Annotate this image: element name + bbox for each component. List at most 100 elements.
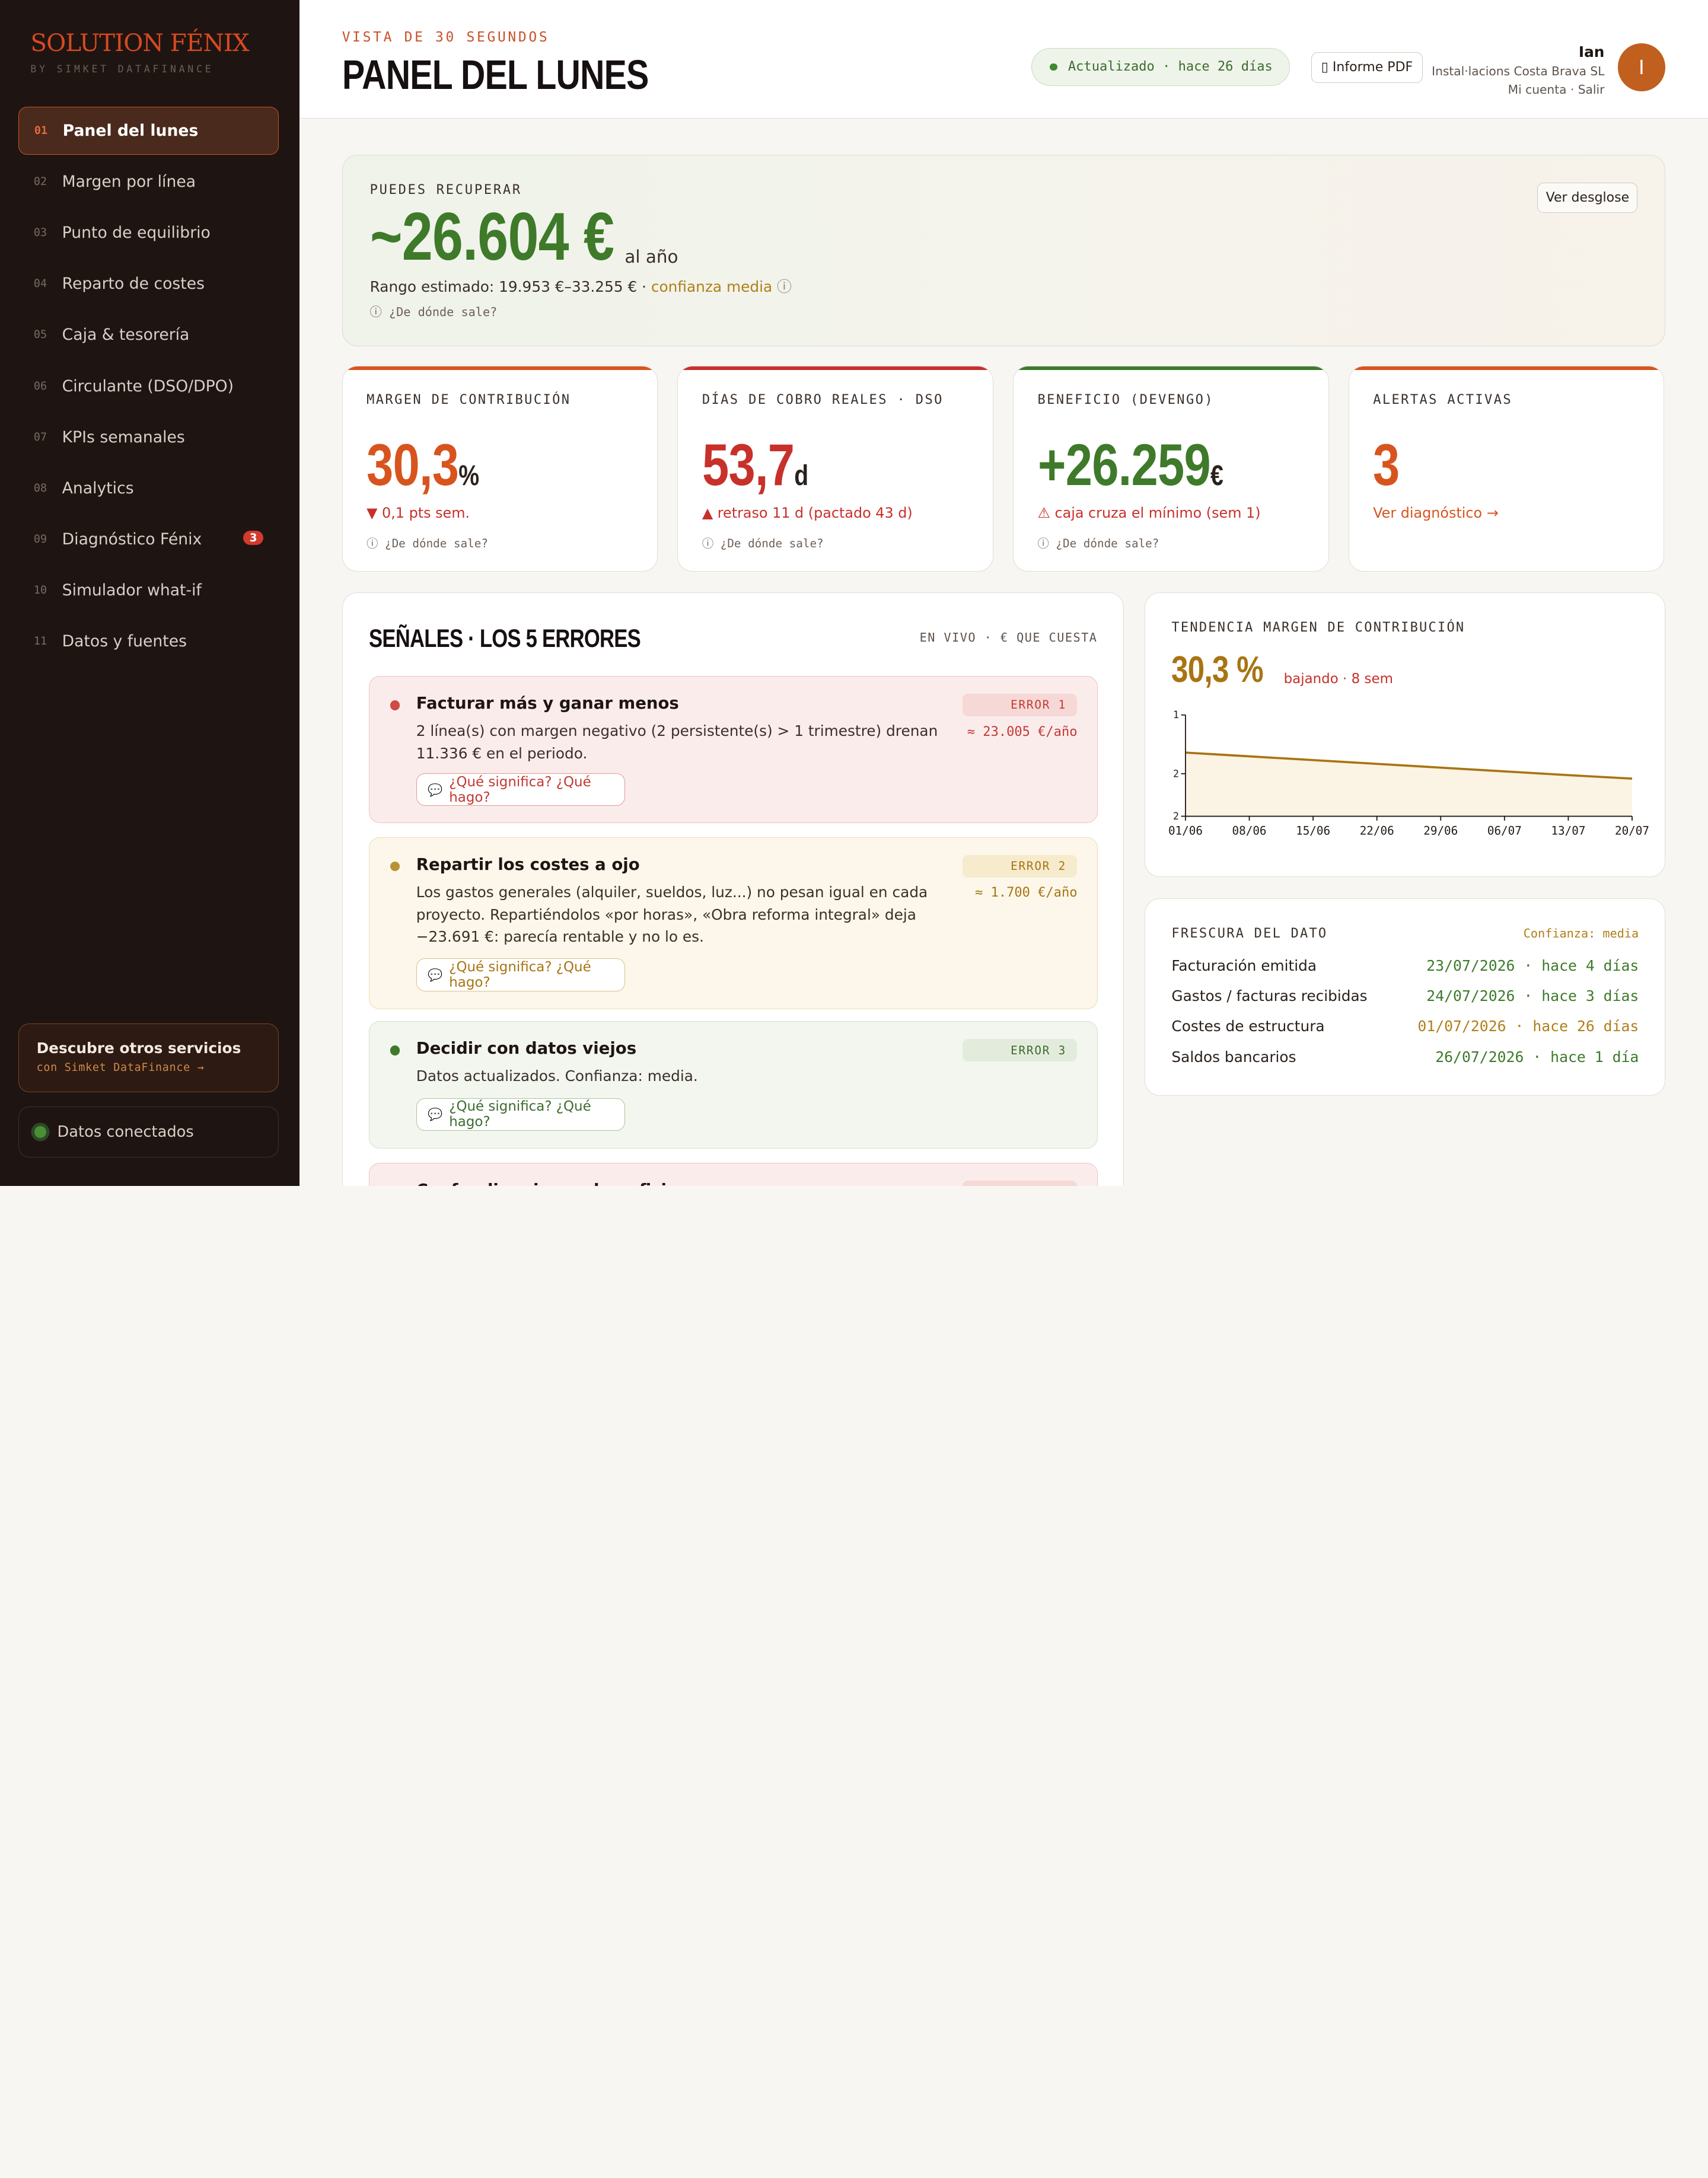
sidebar-item-reparto-de-costes[interactable]: 04 Reparto de costes: [18, 260, 279, 308]
error-title: Facturar más y ganar menos: [416, 694, 679, 713]
user-name: Ian: [1578, 43, 1605, 61]
sidebar-item-number: 06: [33, 380, 47, 393]
sidebar-item-circulante[interactable]: 06 Circulante (DSO/DPO): [18, 362, 279, 410]
user-info: Ian Instal·lacions Costa Brava SL Mi cue…: [1432, 43, 1604, 97]
kpi-accent-bar: [1349, 366, 1664, 370]
speech-bubble-icon: 💬: [428, 782, 443, 797]
sidebar-item-margen-por-linea[interactable]: 02 Margen por línea: [18, 158, 279, 206]
sidebar-item-punto-de-equilibrio[interactable]: 03 Punto de equilibrio: [18, 209, 279, 257]
sidebar-item-label: Analytics: [62, 479, 134, 498]
sidebar-item-kpis-semanales[interactable]: 07 KPIs semanales: [18, 413, 279, 461]
severity-dot-icon: [390, 700, 400, 710]
freshness-source: Gastos / facturas recibidas: [1171, 987, 1368, 1005]
error-description: 2 línea(s) con margen negativo (2 persis…: [416, 722, 938, 762]
alert-count-badge: 3: [243, 530, 264, 546]
freshness-confidence: Confianza: media: [1523, 926, 1639, 941]
pdf-report-button[interactable]: ▯ Informe PDF: [1311, 52, 1423, 83]
promo-link[interactable]: con Simket DataFinance →: [37, 1061, 261, 1074]
error-tag: ERROR 2: [963, 854, 1078, 878]
promo-title: Descubre otros servicios: [36, 1039, 241, 1057]
freshness-value: 24/07/2026 · hace 3 días: [1426, 987, 1639, 1005]
estimated-range: Rango estimado: 19.953 €–33.255 € ·: [369, 278, 651, 295]
hero-amount: ~26.604 €: [369, 199, 614, 275]
info-icon[interactable]: ⓘ: [777, 278, 792, 295]
kpi-value: +26.259: [1037, 432, 1211, 499]
error-card-2: Repartir los costes a ojo Los gastos gen…: [368, 837, 1098, 1009]
freshness-label: FRESCURA DEL DATO: [1171, 926, 1328, 942]
avatar[interactable]: I: [1617, 43, 1666, 92]
page-title: PANEL DEL LUNES: [342, 52, 649, 98]
sidebar-item-analytics[interactable]: 08 Analytics: [18, 464, 279, 512]
confidence-link[interactable]: confianza media: [651, 278, 772, 295]
sidebar-nav: 01 Panel del lunes 02 Margen por línea 0…: [18, 106, 279, 668]
source-link[interactable]: ⓘ ¿De dónde sale?: [370, 302, 498, 320]
error-tag: ERROR 3: [963, 1039, 1078, 1062]
kpi-unit: €: [1210, 460, 1223, 492]
sidebar-item-label: Panel del lunes: [62, 121, 199, 140]
error-tag: ERROR 1: [963, 694, 1078, 716]
sidebar-item-label: Margen por línea: [62, 173, 196, 192]
hero-label: PUEDES RECUPERAR: [369, 182, 522, 197]
help-button[interactable]: 💬 ¿Qué significa? ¿Qué hago?: [416, 773, 626, 806]
freshness-value: 23/07/2026 · hace 4 días: [1426, 956, 1639, 974]
data-freshness-card: FRESCURA DEL DATO Confianza: media Factu…: [1145, 898, 1666, 1096]
speech-bubble-icon: 💬: [428, 1107, 443, 1122]
sidebar-item-label: Datos y fuentes: [62, 632, 187, 651]
sidebar-item-label: Simulador what-if: [62, 581, 202, 600]
sidebar-item-caja-tesoreria[interactable]: 05 Caja & tesorería: [18, 311, 279, 359]
error-description: Datos actualizados. Confianza: media.: [416, 1067, 698, 1085]
kpi-value: 53,7: [702, 432, 795, 499]
y-tick-label: 2: [1173, 768, 1179, 779]
x-tick-label: 13/07: [1551, 824, 1586, 838]
sidebar-item-datos-y-fuentes[interactable]: 11 Datos y fuentes: [18, 617, 279, 665]
status-dot-icon: [1049, 63, 1057, 71]
services-promo-card[interactable]: Descubre otros servicios con Simket Data…: [18, 1023, 279, 1093]
x-tick-label: 06/07: [1487, 824, 1522, 838]
help-label: ¿Qué significa? ¿Qué hago?: [449, 1099, 591, 1130]
trend-area: [1186, 752, 1633, 817]
freshness-source: Costes de estructura: [1171, 1018, 1325, 1035]
freshness-source: Facturación emitida: [1171, 956, 1317, 974]
help-button[interactable]: 💬 ¿Qué significa? ¿Qué hago?: [416, 1098, 626, 1131]
brand-logo[interactable]: SOLUTION FÉNIX BY SIMKET DATAFINANCE: [30, 28, 249, 75]
source-link[interactable]: ⓘ ¿De dónde sale?: [367, 534, 488, 551]
view-breakdown-button[interactable]: Ver desglose: [1537, 182, 1638, 213]
help-label: ¿Qué significa? ¿Qué hago?: [449, 959, 591, 990]
help-button[interactable]: 💬 ¿Qué significa? ¿Qué hago?: [416, 958, 626, 991]
x-tick-label: 20/07: [1615, 824, 1649, 838]
kpi-card-dso: DÍAS DE COBRO REALES · DSO 53,7d ▲ retra…: [677, 366, 994, 572]
update-status-text: Actualizado · hace 26 días: [1068, 59, 1273, 75]
sidebar-item-label: Diagnóstico Fénix: [62, 530, 202, 549]
error-cost: ≈ 23.005 €/año: [967, 724, 1078, 739]
sidebar-item-number: 08: [33, 481, 47, 495]
page-eyebrow: VISTA DE 30 SEGUNDOS: [342, 29, 550, 45]
company-name: Instal·lacions Costa Brava SL: [1432, 63, 1605, 78]
kpi-accent-bar: [342, 366, 658, 370]
signals-title: SEÑALES · LOS 5 ERRORES: [368, 624, 641, 652]
sidebar-item-simulador[interactable]: 10 Simulador what-if: [18, 566, 279, 614]
signals-live-label: EN VIVO · € QUE CUESTA: [919, 630, 1098, 645]
update-status-pill: Actualizado · hace 26 días: [1031, 47, 1290, 87]
source-link[interactable]: ⓘ ¿De dónde sale?: [1038, 534, 1159, 551]
sidebar-item-label: Caja & tesorería: [62, 326, 190, 345]
x-tick-label: 22/06: [1360, 824, 1394, 838]
source-link[interactable]: ⓘ ¿De dónde sale?: [702, 534, 824, 551]
sidebar-item-panel-del-lunes[interactable]: 01 Panel del lunes: [18, 106, 279, 155]
kpi-unit: %: [458, 460, 479, 492]
kpi-label: DÍAS DE COBRO REALES · DSO: [702, 393, 944, 408]
kpi-accent-bar: [1014, 366, 1328, 370]
margin-trend-chart: 1 2 2 01/06 08/06 15/06 22/06 29/06 06/07 13/07 20…: [1168, 709, 1649, 838]
kpi-card-alerts: ALERTAS ACTIVAS 3 Ver diagnóstico →: [1348, 366, 1665, 572]
view-diagnosis-link[interactable]: Ver diagnóstico →: [1373, 505, 1499, 521]
data-connection-status[interactable]: Datos conectados: [18, 1106, 279, 1158]
sidebar-item-diagnostico-fenix[interactable]: 09 Diagnóstico Fénix 3: [18, 515, 279, 563]
x-tick-label: 01/06: [1168, 824, 1203, 838]
connected-status-dot-icon: [34, 1126, 47, 1139]
connected-status-label: Datos conectados: [57, 1123, 194, 1141]
freshness-row: Saldos bancarios 26/07/2026 · hace 1 día: [1171, 1048, 1639, 1066]
kpi-note: ⚠ caja cruza el mínimo (sem 1): [1037, 505, 1261, 522]
freshness-row: Gastos / facturas recibidas 24/07/2026 ·…: [1171, 987, 1639, 1005]
sidebar-item-number: 10: [33, 584, 47, 597]
account-links[interactable]: Mi cuenta · Salir: [1432, 82, 1605, 97]
kpi-card-margin: MARGEN DE CONTRIBUCIÓN 30,3% ▼ 0,1 pts s…: [342, 366, 658, 572]
